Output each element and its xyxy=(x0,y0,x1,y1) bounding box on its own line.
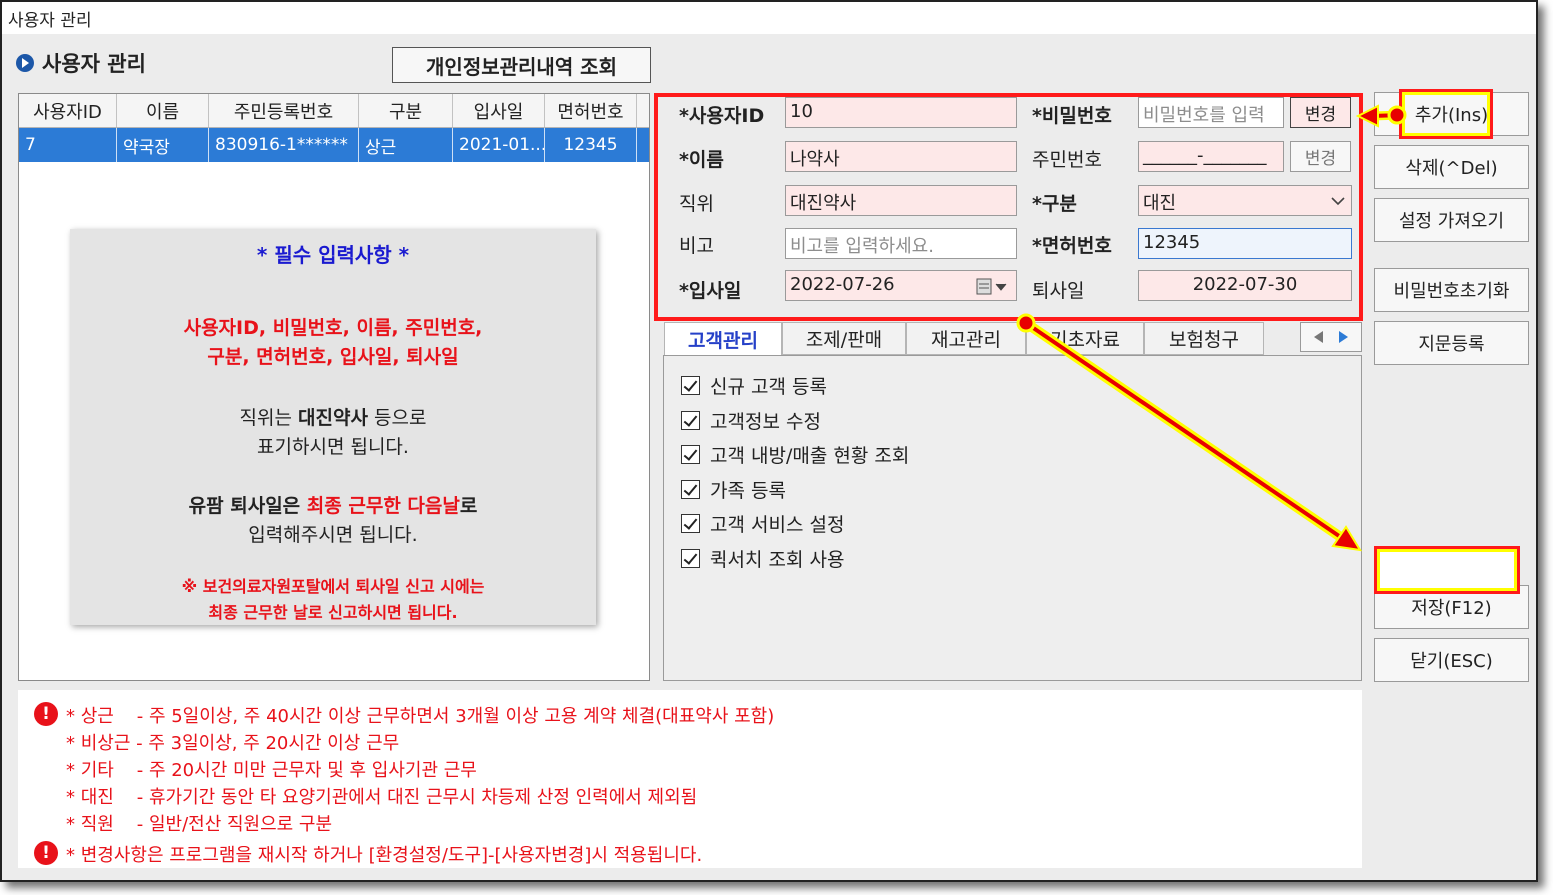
annotation-arrows xyxy=(1016,104,1407,552)
arrow-dot-icon xyxy=(1016,313,1036,333)
arrow-line-icon xyxy=(1024,321,1344,540)
arrow-dot-icon xyxy=(1387,105,1407,125)
arrow-head-icon xyxy=(1355,104,1379,128)
